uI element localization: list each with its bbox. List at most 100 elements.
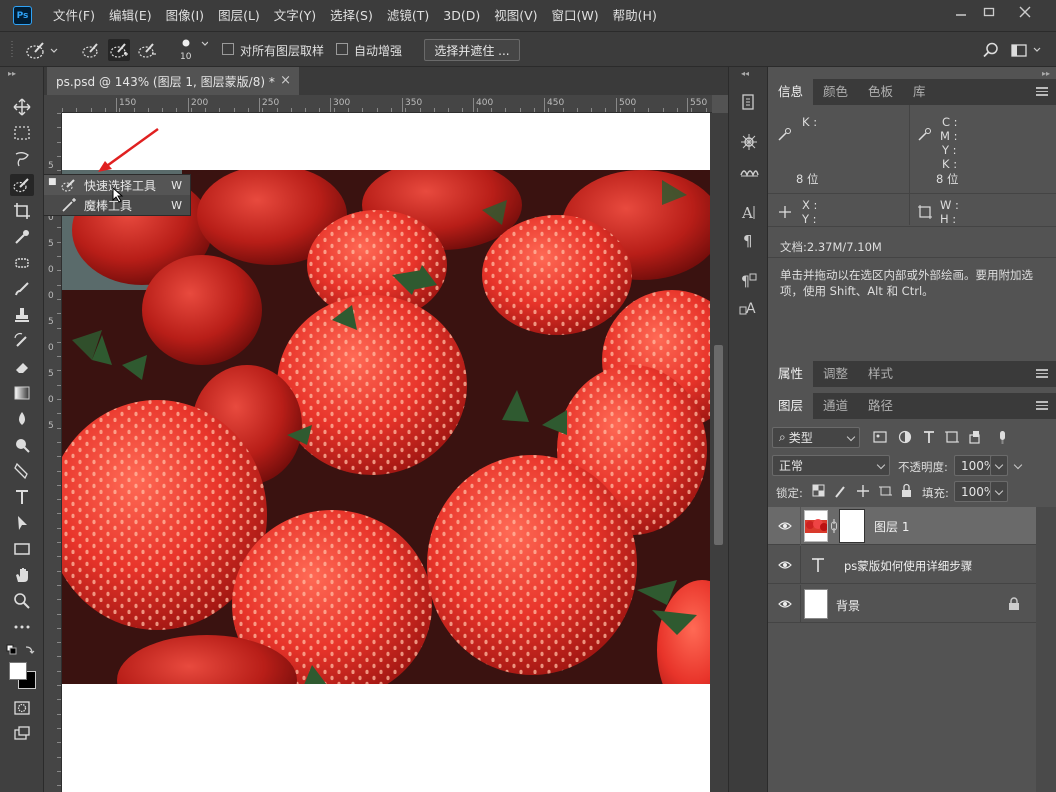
select-and-mask-button[interactable]: 选择并遮住 ... — [424, 39, 520, 61]
close-document-icon[interactable]: × — [280, 73, 291, 88]
history-panel-icon[interactable] — [737, 91, 761, 113]
collapse-panel-icon[interactable]: ▸▸ — [1042, 69, 1050, 78]
type-tool-icon[interactable] — [10, 486, 34, 508]
history-brush-tool-icon[interactable] — [10, 330, 34, 352]
clone-stamp-tool-icon[interactable] — [10, 304, 34, 326]
menu-item[interactable]: 视图(V) — [487, 0, 544, 31]
menu-item[interactable]: 滤镜(T) — [380, 0, 436, 31]
eraser-tool-icon[interactable] — [10, 356, 34, 378]
svg-text:¶: ¶ — [743, 232, 753, 249]
default-colors-icon[interactable] — [6, 644, 36, 658]
color-swatches[interactable] — [8, 661, 38, 691]
layer-mask-thumbnail[interactable] — [839, 509, 865, 543]
brushes-panel-icon[interactable] — [737, 159, 761, 181]
lock-icons[interactable] — [812, 483, 912, 499]
tab-color[interactable]: 颜色 — [813, 79, 858, 105]
layers-scrollbar[interactable] — [1036, 507, 1056, 792]
blend-mode-dropdown[interactable]: 正常 — [772, 455, 890, 476]
vertical-scrollbar[interactable] — [710, 113, 728, 792]
rectangle-tool-icon[interactable] — [10, 538, 34, 560]
ruler-tick-label: 0 — [48, 395, 54, 405]
menu-item[interactable]: 图层(L) — [211, 0, 267, 31]
move-tool-icon[interactable] — [10, 96, 34, 118]
character-panel-icon[interactable]: A — [737, 201, 761, 223]
divider — [909, 105, 910, 193]
collapse-strip-icon[interactable]: ◂◂ — [741, 69, 749, 78]
tab-adjustments[interactable]: 调整 — [813, 361, 858, 387]
crop-tool-icon[interactable] — [10, 200, 34, 222]
healing-brush-tool-icon[interactable] — [10, 252, 34, 274]
tool-preset-picker[interactable] — [22, 39, 60, 61]
gradient-tool-icon[interactable] — [10, 382, 34, 404]
horizontal-ruler: 150 200 250 300 350 400 450 500 550 — [62, 95, 712, 113]
tab-libraries[interactable]: 库 — [903, 79, 936, 105]
quick-selection-icon — [61, 179, 75, 192]
new-selection-icon[interactable] — [80, 39, 102, 61]
collapse-toolbar-icon[interactable]: ▸▸ — [8, 69, 16, 78]
auto-enhance-checkbox[interactable] — [336, 43, 348, 55]
mask-link-icon[interactable] — [830, 518, 838, 534]
layer-row-background[interactable]: 背景 — [768, 585, 1036, 623]
strawberry-photo[interactable] — [62, 170, 710, 684]
path-selection-tool-icon[interactable] — [10, 512, 34, 534]
menu-item[interactable]: 编辑(E) — [102, 0, 159, 31]
fill-label: 填充: — [922, 486, 949, 500]
marquee-tool-icon[interactable] — [10, 122, 34, 144]
close-icon[interactable] — [1008, 0, 1042, 24]
add-to-selection-icon[interactable] — [108, 39, 130, 61]
tab-styles[interactable]: 样式 — [858, 361, 903, 387]
zoom-tool-icon[interactable] — [10, 590, 34, 612]
menu-item[interactable]: 选择(S) — [323, 0, 380, 31]
menu-item[interactable]: 文件(F) — [46, 0, 102, 31]
eyedropper-tool-icon[interactable] — [10, 226, 34, 248]
lasso-tool-icon[interactable] — [10, 148, 34, 170]
menu-item[interactable]: 帮助(H) — [606, 0, 664, 31]
layer-row-layer1[interactable]: 图层 1 — [768, 507, 1036, 545]
divider — [909, 193, 910, 225]
document-tab[interactable]: ps.psd @ 143% (图层 1, 图层蒙版/8) * × — [47, 67, 299, 95]
fill-slider-toggle[interactable] — [990, 481, 1008, 502]
tab-info[interactable]: 信息 — [768, 79, 814, 105]
tab-layers[interactable]: 图层 — [768, 393, 814, 419]
layers-menu-icon[interactable] — [1036, 401, 1048, 410]
brush-tool-icon[interactable] — [10, 278, 34, 300]
brush-settings-icon[interactable] — [737, 131, 761, 153]
visibility-eye-icon[interactable] — [778, 558, 792, 572]
menu-item[interactable]: 3D(D) — [436, 0, 487, 31]
visibility-eye-icon[interactable] — [778, 597, 792, 611]
info-panel-menu-icon[interactable] — [1036, 87, 1048, 96]
layer-filter-icons[interactable] — [872, 429, 1012, 445]
scroll-thumb[interactable] — [714, 345, 723, 545]
pen-tool-icon[interactable] — [10, 460, 34, 482]
maximize-icon[interactable] — [972, 0, 1006, 24]
tab-properties[interactable]: 属性 — [768, 361, 814, 387]
hand-tool-icon[interactable] — [10, 564, 34, 586]
menu-item[interactable]: 文字(Y) — [267, 0, 323, 31]
tab-swatches[interactable]: 色板 — [858, 79, 903, 105]
layer-row-text[interactable]: ps蒙版如何使用详细步骤 — [768, 546, 1036, 584]
opacity-slider-toggle[interactable] — [990, 455, 1008, 476]
blur-tool-icon[interactable] — [10, 408, 34, 430]
workspace-switcher-icon[interactable] — [1010, 39, 1044, 61]
more-tools-icon[interactable] — [10, 616, 34, 638]
blend-mode-value: 正常 — [779, 459, 804, 473]
brush-size-picker[interactable]: 10 — [178, 36, 209, 64]
quick-selection-tool-icon[interactable] — [10, 174, 34, 196]
tab-channels[interactable]: 通道 — [813, 393, 858, 419]
ruler-tick-label: 5 — [48, 317, 54, 327]
search-icon[interactable] — [980, 39, 1002, 61]
glyphs-panel-icon[interactable]: ¶ — [737, 269, 761, 291]
character-styles-icon[interactable]: A — [737, 297, 761, 319]
menu-item[interactable]: 图像(I) — [159, 0, 211, 31]
paragraph-panel-icon[interactable]: ¶ — [737, 229, 761, 251]
screen-mode-icon[interactable] — [10, 723, 34, 745]
layer-filter-dropdown[interactable]: ⌕ 类型 — [772, 427, 860, 448]
properties-menu-icon[interactable] — [1036, 369, 1048, 378]
subtract-from-selection-icon[interactable] — [136, 39, 158, 61]
quick-mask-icon[interactable] — [10, 697, 34, 719]
menu-item[interactable]: 窗口(W) — [545, 0, 606, 31]
sample-all-layers-checkbox[interactable] — [222, 43, 234, 55]
visibility-eye-icon[interactable] — [778, 519, 792, 533]
dodge-tool-icon[interactable] — [10, 434, 34, 456]
tab-paths[interactable]: 路径 — [858, 393, 903, 419]
